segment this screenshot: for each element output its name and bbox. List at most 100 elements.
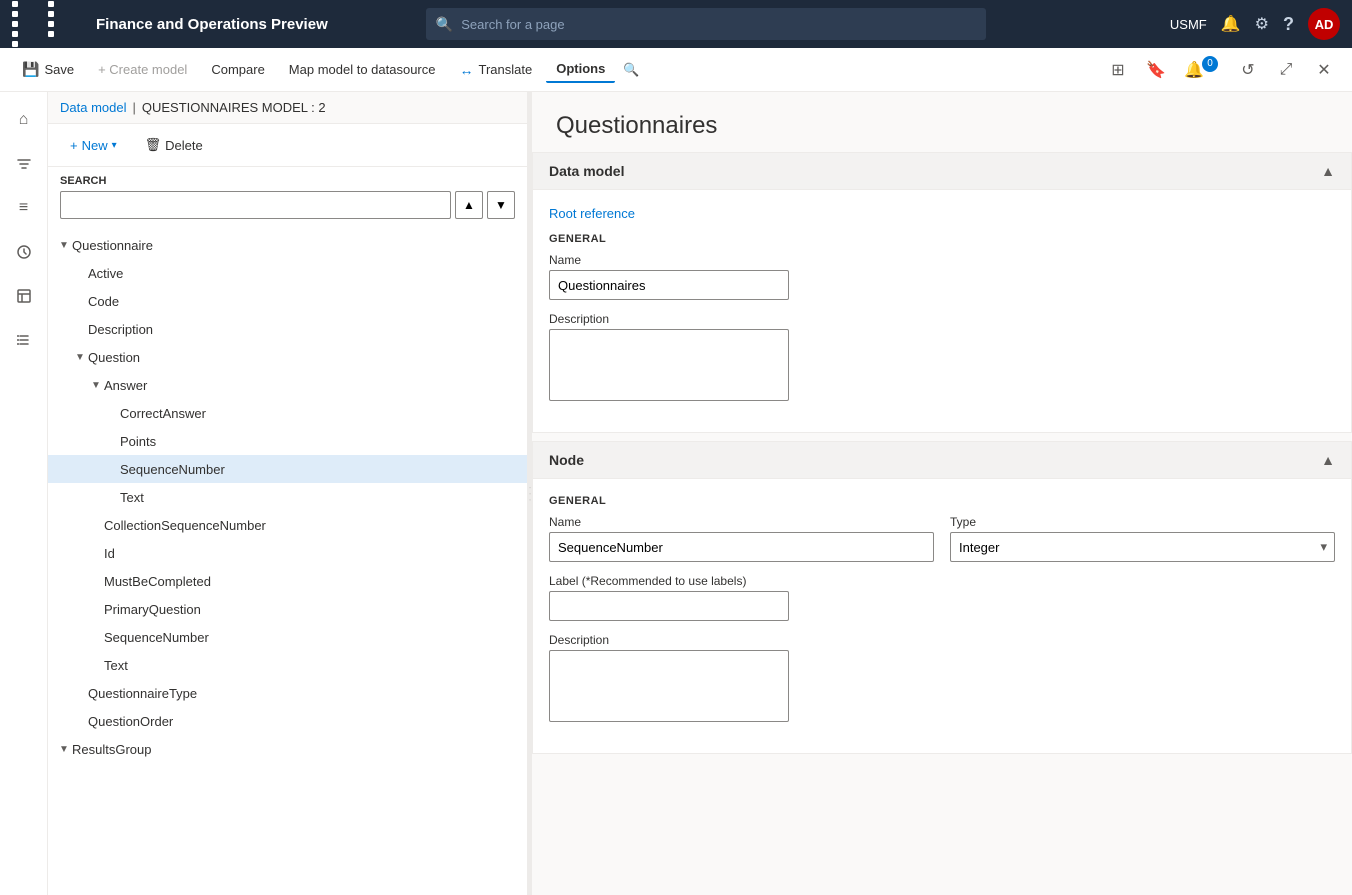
data-model-description-input[interactable] xyxy=(549,329,789,401)
sidebar-history-icon[interactable] xyxy=(4,232,44,272)
tree-item[interactable]: ▼ ResultsGroup xyxy=(48,735,527,763)
node-section-header[interactable]: Node ▲ xyxy=(533,442,1351,479)
tree-item[interactable]: ▼ Question xyxy=(48,343,527,371)
search-toolbar-icon[interactable]: 🔍 xyxy=(623,62,639,78)
tree-item-label: Answer xyxy=(104,378,519,393)
help-icon[interactable]: ? xyxy=(1283,14,1294,35)
search-bar[interactable]: 🔍 xyxy=(426,8,986,40)
data-model-name-label: Name xyxy=(549,253,1335,267)
tree-item[interactable]: Description xyxy=(48,315,527,343)
sidebar-filter-icon[interactable] xyxy=(4,144,44,184)
detail-panel: Questionnaires Data model ▲ Root referen… xyxy=(532,92,1352,895)
tree-item[interactable]: Code xyxy=(48,287,527,315)
save-button[interactable]: 💾 Save xyxy=(12,56,84,83)
tree-toggle-icon: ▼ xyxy=(56,240,72,251)
search-input[interactable] xyxy=(461,17,976,32)
app-grid-icon[interactable] xyxy=(12,1,80,47)
expand-icon[interactable]: ⤢ xyxy=(1270,54,1302,86)
search-icon: 🔍 xyxy=(436,16,453,33)
tree-search-section: SEARCH ▲ ▼ xyxy=(48,167,527,227)
tree-item[interactable]: ▼ Answer xyxy=(48,371,527,399)
tree-item-label: QuestionnaireType xyxy=(88,686,519,701)
search-down-button[interactable]: ▼ xyxy=(487,191,515,219)
tree-item-label: QuestionOrder xyxy=(88,714,519,729)
avatar[interactable]: AD xyxy=(1308,8,1340,40)
tree-toggle-icon: ▼ xyxy=(72,352,88,363)
tree-item[interactable]: Points xyxy=(48,427,527,455)
tree-item[interactable]: QuestionOrder xyxy=(48,707,527,735)
refresh-icon[interactable]: ↺ xyxy=(1232,54,1264,86)
node-name-input[interactable] xyxy=(549,532,934,562)
options-button[interactable]: Options xyxy=(546,56,615,83)
breadcrumb-separator: | xyxy=(132,100,135,115)
translate-label: Translate xyxy=(479,62,533,77)
translate-icon: ↔ xyxy=(460,62,474,78)
content-panel: Data model | QUESTIONNAIRES MODEL : 2 + … xyxy=(48,92,528,895)
data-model-description-group: Description xyxy=(549,312,1335,404)
tree-item[interactable]: QuestionnaireType xyxy=(48,679,527,707)
data-model-section-header[interactable]: Data model ▲ xyxy=(533,153,1351,190)
data-model-section-body: Root reference GENERAL Name Description xyxy=(533,190,1351,432)
settings-icon[interactable]: ⚙ xyxy=(1255,14,1269,34)
node-label-input[interactable] xyxy=(549,591,789,621)
tree-item-label: Active xyxy=(88,266,519,281)
breadcrumb-model-name: QUESTIONNAIRES MODEL : 2 xyxy=(142,100,326,115)
close-icon[interactable]: ✕ xyxy=(1308,54,1340,86)
sidebar-home-icon[interactable]: ⌂ xyxy=(4,100,44,140)
user-label: USMF xyxy=(1170,17,1207,32)
node-two-col: Name Type Integer String Real xyxy=(549,515,1335,574)
tree-item[interactable]: MustBeCompleted xyxy=(48,567,527,595)
sidebar-table-icon[interactable] xyxy=(4,276,44,316)
tree-item[interactable]: PrimaryQuestion xyxy=(48,595,527,623)
node-section: Node ▲ GENERAL Name Type xyxy=(532,441,1352,754)
tree-item-label: Points xyxy=(120,434,519,449)
data-model-name-input[interactable] xyxy=(549,270,789,300)
tree-item[interactable]: Text xyxy=(48,651,527,679)
tree-item[interactable]: SequenceNumber xyxy=(48,623,527,651)
tree-item[interactable]: Active xyxy=(48,259,527,287)
notification-count: 0 xyxy=(1202,56,1218,72)
node-type-select[interactable]: Integer String Real Boolean Date DateTim… xyxy=(950,532,1335,562)
tree-item-label: Description xyxy=(88,322,519,337)
save-icon: 💾 xyxy=(22,61,39,78)
sidebar-list-icon[interactable] xyxy=(4,320,44,360)
tree-item[interactable]: CollectionSequenceNumber xyxy=(48,511,527,539)
new-button[interactable]: + New ▾ xyxy=(60,133,127,158)
top-nav-right: USMF 🔔 ⚙ ? AD xyxy=(1170,8,1340,40)
breadcrumb-data-model[interactable]: Data model xyxy=(60,100,126,115)
node-description-input[interactable] xyxy=(549,650,789,722)
data-model-section: Data model ▲ Root reference GENERAL Name… xyxy=(532,152,1352,433)
tree-item[interactable]: Text xyxy=(48,483,527,511)
sidebar-menu-icon[interactable]: ≡ xyxy=(4,188,44,228)
compare-label: Compare xyxy=(211,62,264,77)
node-collapse-icon: ▲ xyxy=(1321,452,1335,468)
notification-icon[interactable]: 🔔 xyxy=(1221,14,1241,34)
node-general-label: GENERAL xyxy=(549,495,1335,507)
tree-item[interactable]: ▼ Questionnaire xyxy=(48,231,527,259)
tree-search-input[interactable] xyxy=(60,191,451,219)
puzzle-icon[interactable]: ⊞ xyxy=(1102,54,1134,86)
node-label-label: Label (*Recommended to use labels) xyxy=(549,574,1335,588)
node-type-group: Type Integer String Real Boolean Date Da… xyxy=(950,515,1335,562)
data-model-general-label: GENERAL xyxy=(549,233,1335,245)
delete-button[interactable]: 🗑 Delete xyxy=(135,132,213,158)
tree-toolbar: + New ▾ 🗑 Delete xyxy=(48,124,527,167)
tree-item[interactable]: Id xyxy=(48,539,527,567)
translate-button[interactable]: ↔ Translate xyxy=(450,57,543,83)
detail-title: Questionnaires xyxy=(532,92,1352,152)
delete-icon: 🗑 xyxy=(145,137,162,153)
tree-item[interactable]: CorrectAnswer xyxy=(48,399,527,427)
search-up-button[interactable]: ▲ xyxy=(455,191,483,219)
tree-toggle-icon: ▼ xyxy=(88,380,104,391)
root-reference-link[interactable]: Root reference xyxy=(549,206,635,221)
data-model-collapse-icon: ▲ xyxy=(1321,163,1335,179)
app-title: Finance and Operations Preview xyxy=(96,16,328,33)
create-model-button[interactable]: + Create model xyxy=(88,57,197,82)
tree-container: ▼ Questionnaire Active Code Description xyxy=(48,227,527,895)
bookmark-icon[interactable]: 🔖 xyxy=(1140,54,1172,86)
compare-button[interactable]: Compare xyxy=(201,57,274,82)
data-model-section-title: Data model xyxy=(549,163,624,179)
map-datasource-button[interactable]: Map model to datasource xyxy=(279,57,446,82)
top-nav: Finance and Operations Preview 🔍 USMF 🔔 … xyxy=(0,0,1352,48)
tree-item-selected[interactable]: SequenceNumber xyxy=(48,455,527,483)
